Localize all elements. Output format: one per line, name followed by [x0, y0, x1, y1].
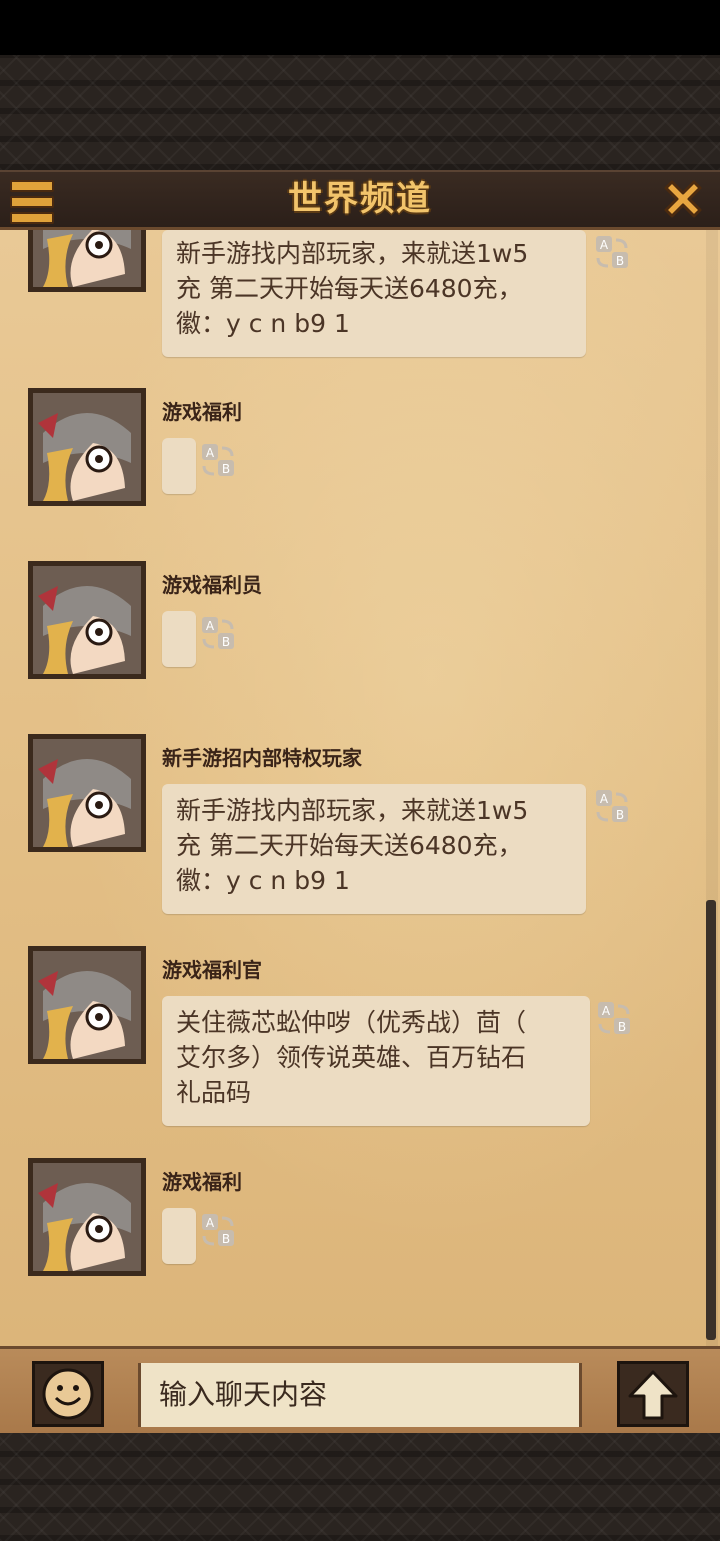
page-title: 世界频道 — [288, 179, 432, 219]
svg-text:A: A — [206, 619, 215, 633]
message-text — [162, 611, 196, 667]
translate-ab-icon[interactable]: AB — [594, 788, 632, 826]
translate-ab-icon[interactable]: AB — [596, 1000, 634, 1038]
svg-text:A: A — [206, 446, 215, 460]
svg-text:B: B — [616, 254, 624, 268]
sender-name: 游戏福利员 — [162, 573, 262, 597]
sender-name: 游戏福利 — [162, 1170, 242, 1194]
translate-ab-icon[interactable]: AB — [200, 1212, 238, 1250]
background-pattern-bottom — [0, 1433, 720, 1541]
chat-input[interactable]: 输入聊天内容 — [138, 1363, 582, 1427]
svg-text:A: A — [600, 238, 609, 252]
svg-text:A: A — [206, 1216, 215, 1230]
sender-name: 游戏福利官 — [162, 958, 262, 982]
translate-ab-icon[interactable]: AB — [594, 234, 632, 272]
translate-ab-icon[interactable]: AB — [200, 442, 238, 480]
emoji-button[interactable] — [32, 1361, 104, 1427]
send-button[interactable] — [617, 1361, 689, 1427]
player-avatar[interactable] — [28, 561, 146, 679]
svg-text:B: B — [616, 808, 624, 822]
svg-text:B: B — [222, 462, 230, 476]
player-avatar[interactable] — [28, 734, 146, 852]
send-arrow-icon — [628, 1370, 678, 1420]
message-text: 新手游找内部玩家，来就送1w5 充 第二天开始每天送6480充， 徽：y c n… — [162, 230, 586, 357]
translate-ab-icon[interactable]: AB — [200, 615, 238, 653]
player-avatar[interactable] — [28, 230, 146, 292]
message-text: 新手游找内部玩家，来就送1w5 充 第二天开始每天送6480充， 徽：y c n… — [162, 784, 586, 914]
channel-header: 世界频道 — [0, 170, 720, 230]
sender-name: 游戏福利 — [162, 400, 242, 424]
chat-input-bar: 输入聊天内容 — [0, 1346, 720, 1433]
svg-text:B: B — [222, 1232, 230, 1246]
background-pattern-top — [0, 55, 720, 170]
sender-name: 新手游招内部特权玩家 — [162, 746, 362, 770]
svg-text:A: A — [602, 1004, 611, 1018]
svg-text:B: B — [222, 635, 230, 649]
message-text — [162, 438, 196, 494]
scrollbar-thumb[interactable] — [706, 900, 716, 1340]
player-avatar[interactable] — [28, 388, 146, 506]
player-avatar[interactable] — [28, 1158, 146, 1276]
message-text — [162, 1208, 196, 1264]
close-icon[interactable] — [660, 178, 706, 224]
svg-text:B: B — [618, 1020, 626, 1034]
player-avatar[interactable] — [28, 946, 146, 1064]
svg-text:A: A — [600, 792, 609, 806]
chat-message-list[interactable]: 新手游找内部玩家，来就送1w5 充 第二天开始每天送6480充， 徽：y c n… — [0, 230, 720, 1346]
message-text: 关住薇芯蚣仲哕（优秀战）茴（ 艾尔多）领传说英雄、百万钻石 礼品码 — [162, 996, 590, 1126]
status-bar — [0, 0, 720, 55]
emoji-icon — [42, 1368, 94, 1420]
